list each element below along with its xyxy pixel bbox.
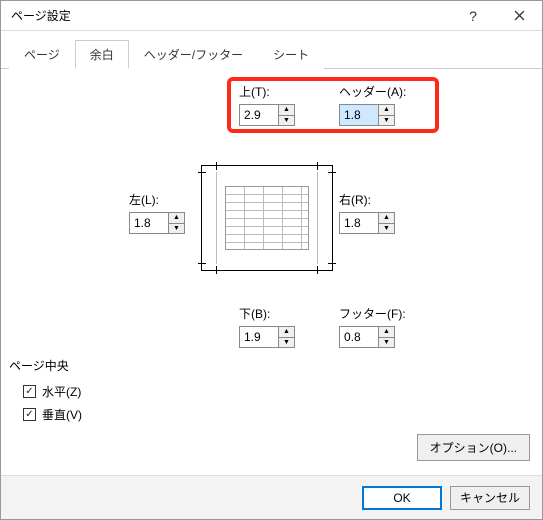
center-vertical-label: 垂直(V) (42, 406, 82, 423)
options-button[interactable]: オプション(O)... (417, 434, 530, 461)
margin-footer-spinner[interactable]: ▲▼ (339, 326, 395, 348)
checkbox-checked-icon[interactable]: ✓ (23, 385, 36, 398)
center-horizontal-row[interactable]: ✓ 水平(Z) (9, 380, 209, 403)
titlebar: ページ設定 ? (1, 1, 542, 31)
tab-margins[interactable]: 余白 (75, 40, 129, 69)
margin-top-input[interactable] (240, 105, 278, 125)
center-group-label: ページ中央 (9, 357, 209, 374)
margin-footer-input[interactable] (340, 327, 378, 347)
ok-button[interactable]: OK (362, 486, 442, 510)
spin-buttons[interactable]: ▲▼ (378, 213, 394, 233)
margin-left-group: 左(L): ▲▼ (129, 191, 185, 234)
margin-footer-group: フッター(F): ▲▼ (339, 305, 406, 348)
spin-buttons[interactable]: ▲▼ (378, 327, 394, 347)
dialog-title: ページ設定 (11, 7, 450, 24)
spin-up-icon[interactable]: ▲ (379, 213, 394, 224)
cancel-button[interactable]: キャンセル (450, 486, 530, 510)
spin-down-icon[interactable]: ▼ (379, 224, 394, 234)
help-button[interactable]: ? (450, 1, 496, 31)
center-on-page-group: ページ中央 ✓ 水平(Z) ✓ 垂直(V) (9, 357, 209, 426)
content-area: 上(T): ▲▼ ヘッダー(A): ▲▼ 左(L): ▲▼ 右(R): ▲▼ 下… (1, 69, 542, 469)
margin-right-input[interactable] (340, 213, 378, 233)
dialog-footer: OK キャンセル (1, 475, 542, 519)
margin-bottom-input[interactable] (240, 327, 278, 347)
margin-bottom-group: 下(B): ▲▼ (239, 305, 295, 348)
margin-left-label: 左(L): (129, 191, 159, 208)
preview-page (216, 172, 318, 264)
checkbox-checked-icon[interactable]: ✓ (23, 408, 36, 421)
spin-down-icon[interactable]: ▼ (279, 116, 294, 126)
spin-up-icon[interactable]: ▲ (279, 105, 294, 116)
margin-right-label: 右(R): (339, 191, 371, 208)
margin-header-group: ヘッダー(A): ▲▼ (339, 83, 406, 126)
center-vertical-row[interactable]: ✓ 垂直(V) (9, 403, 209, 426)
margin-right-spinner[interactable]: ▲▼ (339, 212, 395, 234)
close-icon (514, 10, 525, 21)
margin-header-spinner[interactable]: ▲▼ (339, 104, 395, 126)
close-button[interactable] (496, 1, 542, 31)
tab-sheet[interactable]: シート (258, 40, 324, 69)
spin-buttons[interactable]: ▲▼ (278, 327, 294, 347)
margin-bottom-label: 下(B): (239, 305, 270, 322)
spin-buttons[interactable]: ▲▼ (168, 213, 184, 233)
margin-top-spinner[interactable]: ▲▼ (239, 104, 295, 126)
margin-bottom-spinner[interactable]: ▲▼ (239, 326, 295, 348)
tab-page[interactable]: ページ (9, 40, 75, 69)
spin-up-icon[interactable]: ▲ (169, 213, 184, 224)
tab-strip: ページ 余白 ヘッダー/フッター シート (1, 31, 542, 69)
spin-buttons[interactable]: ▲▼ (378, 105, 394, 125)
margin-top-group: 上(T): ▲▼ (239, 83, 295, 126)
spin-buttons[interactable]: ▲▼ (278, 105, 294, 125)
spin-up-icon[interactable]: ▲ (379, 105, 394, 116)
spin-up-icon[interactable]: ▲ (279, 327, 294, 338)
center-horizontal-label: 水平(Z) (42, 383, 81, 400)
spin-down-icon[interactable]: ▼ (279, 338, 294, 348)
margin-header-input[interactable] (340, 105, 378, 125)
margin-right-group: 右(R): ▲▼ (339, 191, 395, 234)
spin-down-icon[interactable]: ▼ (379, 116, 394, 126)
spin-down-icon[interactable]: ▼ (379, 338, 394, 348)
margin-left-input[interactable] (130, 213, 168, 233)
margin-footer-label: フッター(F): (339, 305, 406, 322)
margin-header-label: ヘッダー(A): (339, 83, 406, 100)
spin-down-icon[interactable]: ▼ (169, 224, 184, 234)
preview-grid (225, 186, 309, 250)
tab-headerfooter[interactable]: ヘッダー/フッター (129, 40, 258, 69)
margin-top-label: 上(T): (239, 83, 270, 100)
margin-left-spinner[interactable]: ▲▼ (129, 212, 185, 234)
spin-up-icon[interactable]: ▲ (379, 327, 394, 338)
page-preview (201, 165, 333, 271)
